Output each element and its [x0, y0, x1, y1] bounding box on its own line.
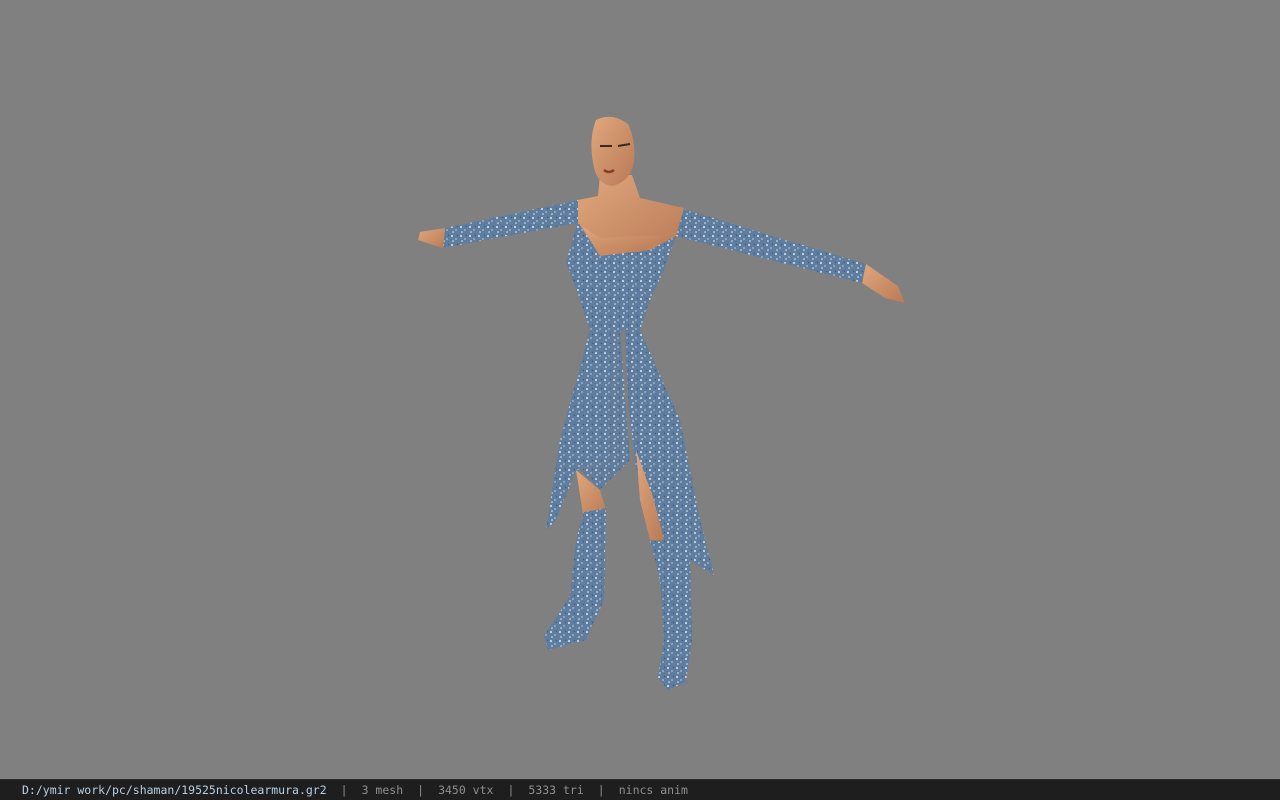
separator: |	[597, 783, 605, 797]
3d-viewport[interactable]	[0, 0, 1280, 779]
skirt-right-panel	[625, 330, 714, 575]
animation-status: nincs anim	[618, 783, 688, 797]
left-sleeve	[443, 200, 582, 248]
right-sleeve	[676, 208, 866, 283]
right-boot	[650, 540, 692, 690]
character-model	[418, 116, 905, 690]
vertex-count: 3450 vtx	[438, 783, 494, 797]
file-path: D:/ymir work/pc/shaman/19525nicolearmura…	[22, 783, 327, 797]
status-bar: D:/ymir work/pc/shaman/19525nicolearmura…	[0, 779, 1280, 800]
separator: |	[340, 783, 348, 797]
separator: |	[417, 783, 425, 797]
head	[591, 116, 635, 186]
mesh-count: 3 mesh	[361, 783, 404, 797]
left-hand	[418, 228, 445, 248]
right-hand	[862, 264, 905, 303]
separator: |	[507, 783, 515, 797]
triangle-count: 5333 tri	[528, 783, 584, 797]
left-boot	[544, 508, 606, 650]
